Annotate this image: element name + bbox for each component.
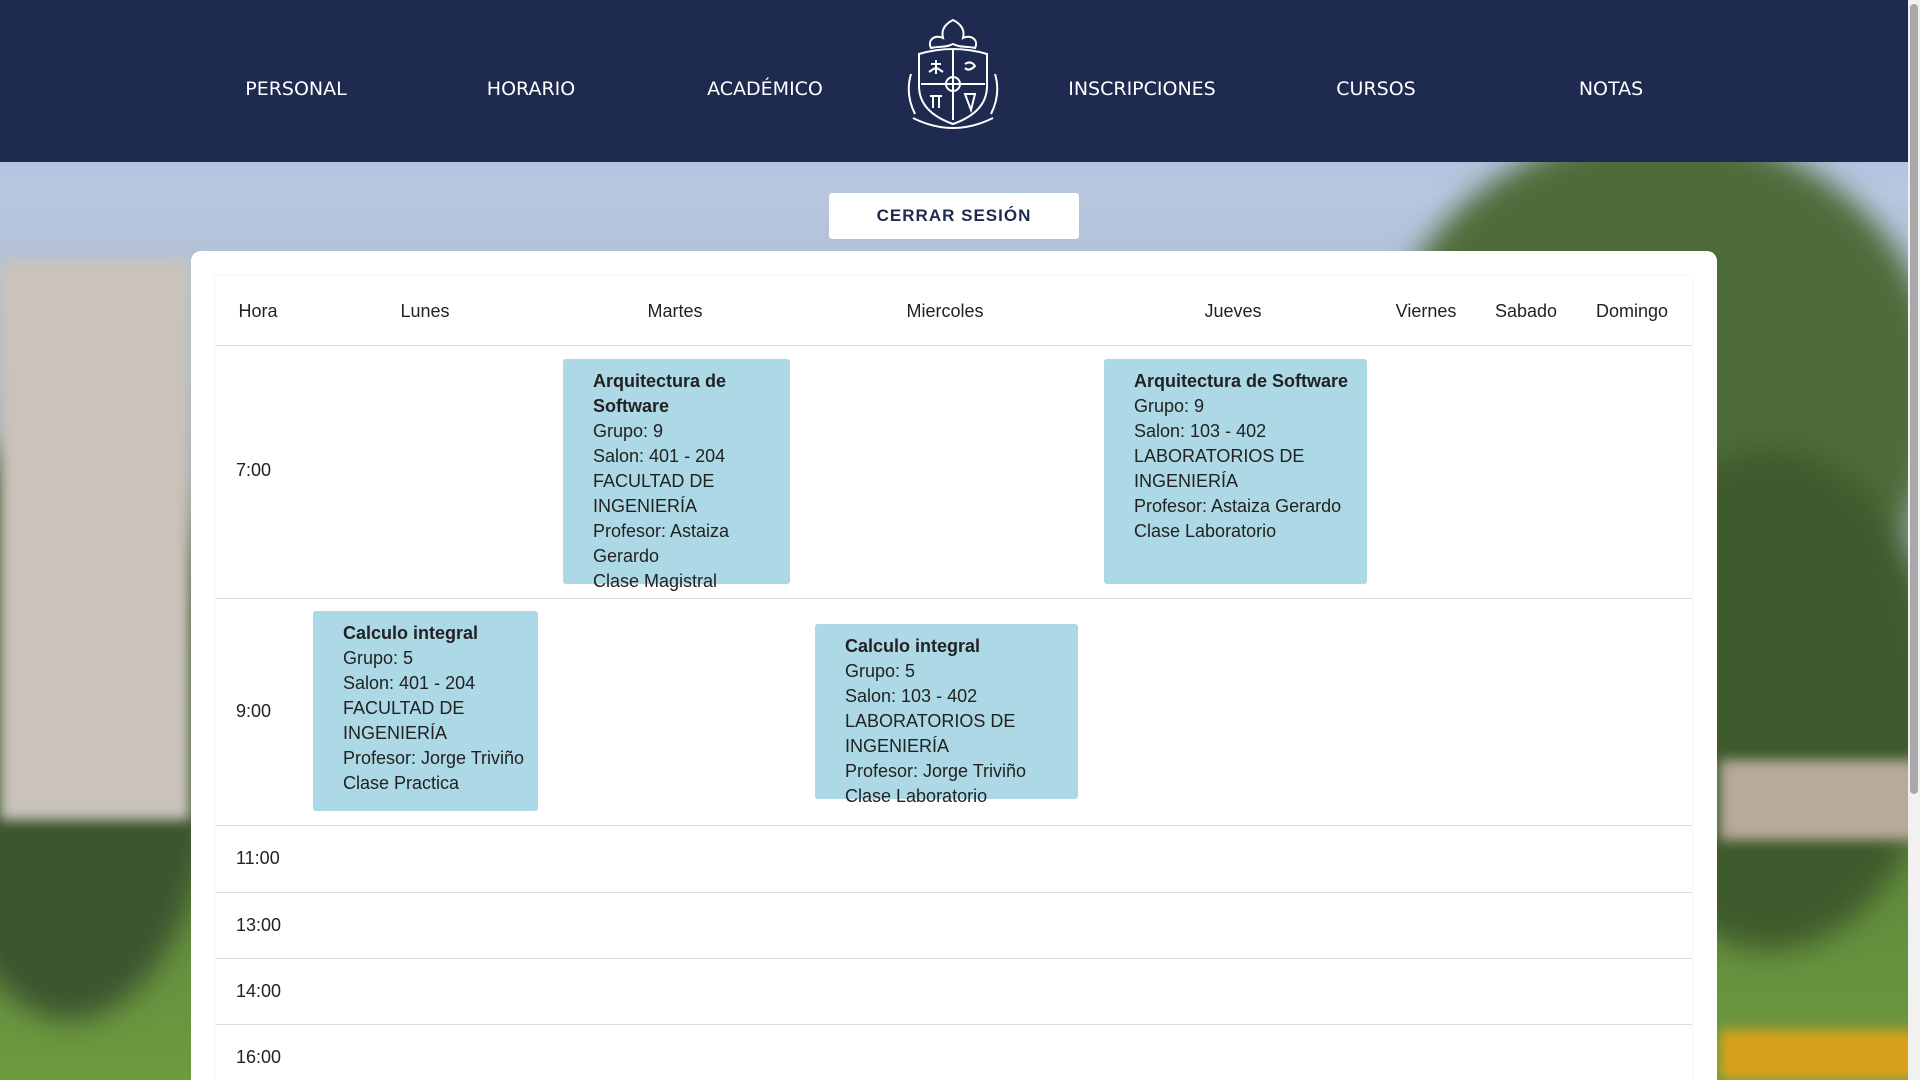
class-room: Salon: 103 - 402: [845, 686, 978, 706]
class-block[interactable]: Calculo integral Grupo: 5 Salon: 103 - 4…: [815, 624, 1078, 806]
class-type: Clase Practica: [343, 773, 460, 793]
class-building: LABORATORIOS DE INGENIERÍA: [845, 711, 1016, 756]
hour-label: 13:00: [236, 915, 282, 935]
table-row: 16:00: [216, 1025, 1692, 1080]
top-navigation-bar: PERSONAL HORARIO ACADÉMICO INSCRIPCIONES…: [0, 0, 1908, 162]
nav-notas[interactable]: NOTAS: [1511, 78, 1711, 100]
class-block[interactable]: Arquitectura de Software Grupo: 9 Salon:…: [563, 359, 790, 591]
header-sabado: Sabado: [1494, 301, 1558, 321]
class-room: Salon: 401 - 204: [343, 673, 476, 693]
class-building: FACULTAD DE INGENIERÍA: [343, 698, 465, 743]
class-room: Salon: 401 - 204: [593, 446, 726, 466]
hour-label: 9:00: [236, 701, 272, 721]
class-title: Calculo integral: [845, 636, 981, 656]
table-row: 9:00 Calculo integral Grupo: 5 Salon: 40…: [216, 599, 1692, 826]
class-type: Clase Magistral: [593, 571, 718, 591]
schedule-header-row: Hora Lunes Martes Miercoles Jueves Viern…: [216, 276, 1692, 346]
class-building: FACULTAD DE INGENIERÍA: [593, 471, 715, 516]
schedule-table: Hora Lunes Martes Miercoles Jueves Viern…: [216, 276, 1692, 1080]
hour-label: 16:00: [236, 1047, 282, 1067]
university-crest-logo[interactable]: [905, 14, 1001, 136]
class-group: Grupo: 9: [593, 421, 664, 441]
header-jueves: Jueves: [1204, 301, 1262, 321]
hour-label: 11:00: [236, 848, 280, 868]
class-group: Grupo: 5: [845, 661, 916, 681]
class-group: Grupo: 9: [1134, 396, 1205, 416]
class-block[interactable]: Calculo integral Grupo: 5 Salon: 401 - 2…: [313, 611, 538, 811]
class-block[interactable]: Arquitectura de Software Grupo: 9 Salon:…: [1104, 359, 1367, 584]
class-building: LABORATORIOS DE INGENIERÍA: [1134, 446, 1305, 491]
header-miercoles: Miercoles: [906, 301, 984, 321]
logout-button[interactable]: CERRAR SESIÓN: [829, 193, 1079, 239]
class-type: Clase Laboratorio: [1134, 521, 1277, 541]
header-domingo: Domingo: [1595, 301, 1669, 321]
class-title: Calculo integral: [343, 623, 479, 643]
class-title: Arquitectura de Software: [1134, 371, 1349, 391]
hour-label: 14:00: [236, 981, 282, 1001]
class-title: Arquitectura de Software: [593, 371, 727, 416]
header-viernes: Viernes: [1395, 301, 1457, 321]
table-row: 14:00: [216, 959, 1692, 1025]
header-martes: Martes: [647, 301, 703, 321]
class-group: Grupo: 5: [343, 648, 414, 668]
table-row: 13:00: [216, 893, 1692, 959]
nav-horario[interactable]: HORARIO: [431, 78, 631, 100]
header-hora: Hora: [238, 301, 278, 321]
class-teacher: Profesor: Astaiza Gerardo: [1134, 496, 1342, 516]
class-teacher: Profesor: Astaiza Gerardo: [593, 521, 730, 566]
hour-label: 7:00: [236, 460, 272, 480]
class-type: Clase Laboratorio: [845, 786, 988, 806]
nav-academico[interactable]: ACADÉMICO: [665, 78, 865, 100]
schedule-card: Hora Lunes Martes Miercoles Jueves Viern…: [191, 251, 1717, 1080]
class-teacher: Profesor: Jorge Triviño: [845, 761, 1027, 781]
header-lunes: Lunes: [400, 301, 450, 321]
table-row: 7:00 Arquitectura de Software Grupo: 9 S…: [216, 346, 1692, 599]
nav-cursos[interactable]: CURSOS: [1276, 78, 1476, 100]
class-teacher: Profesor: Jorge Triviño: [343, 748, 525, 768]
scrollbar-thumb[interactable]: [1910, 4, 1918, 794]
nav-personal[interactable]: PERSONAL: [196, 78, 396, 100]
class-room: Salon: 103 - 402: [1134, 421, 1267, 441]
nav-inscripciones[interactable]: INSCRIPCIONES: [1042, 78, 1242, 100]
table-row: 11:00: [216, 826, 1692, 893]
